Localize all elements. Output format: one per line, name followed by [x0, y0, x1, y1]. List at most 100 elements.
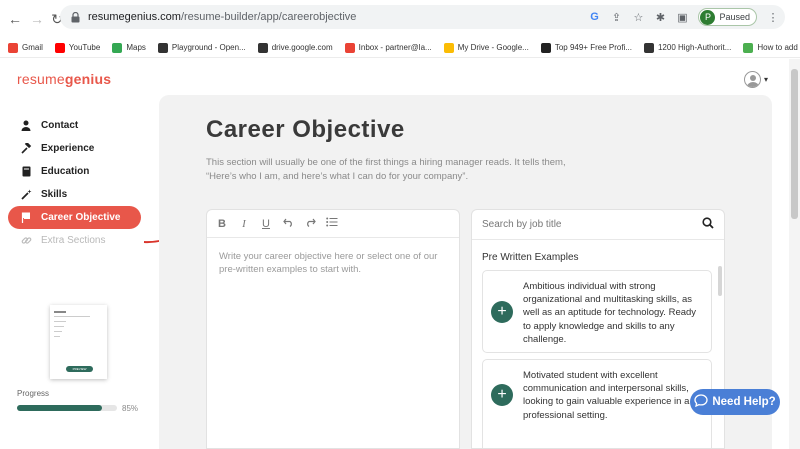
bookmark-label: Playground - Open... [171, 43, 246, 52]
bookmark-item[interactable]: drive.google.com [257, 42, 333, 53]
bookmark-favicon-icon [344, 42, 355, 53]
page-scrollbar[interactable] [789, 59, 800, 449]
bookmark-item[interactable]: Gmail [8, 42, 43, 53]
sidebar-item-skills[interactable]: Skills [8, 183, 141, 206]
menu-dots-icon[interactable]: ⋮ [767, 11, 779, 24]
url-path: /resume-builder/app/careerobjective [180, 11, 357, 23]
add-example-button[interactable]: + [491, 301, 513, 323]
sidepanel-icon[interactable]: ▣ [676, 11, 688, 24]
examples-panel: Pre Written Examples + Ambitious individ… [471, 209, 725, 449]
chevron-down-icon: ▾ [764, 75, 769, 84]
bookmark-item[interactable]: Maps [112, 42, 146, 53]
bookmark-item[interactable]: Inbox - partner@la... [344, 42, 432, 53]
bookmark-label: Gmail [22, 43, 43, 52]
resume-preview-thumbnail[interactable]: PREVIEW [50, 305, 107, 379]
main-panel: Career Objective This section will usual… [159, 95, 772, 449]
thumb-line [54, 311, 66, 313]
bookmark-favicon-icon [443, 42, 454, 53]
underline-button[interactable]: U [260, 218, 272, 230]
preview-button[interactable]: PREVIEW [66, 366, 93, 372]
add-example-button[interactable]: + [491, 384, 513, 406]
page-title: Career Objective [206, 116, 405, 143]
profile-status: Paused [719, 12, 750, 22]
thumb-line [54, 336, 60, 337]
sidebar-item-education[interactable]: Education [8, 160, 141, 183]
examples-scrollbar[interactable] [718, 266, 722, 296]
logo-bold: genius [64, 71, 112, 87]
bookmark-label: Top 949+ Free Profi... [554, 43, 632, 52]
sidebar-item-label: Experience [41, 143, 95, 154]
bookmark-label: YouTube [68, 43, 101, 52]
undo-icon[interactable] [282, 218, 294, 230]
bookmark-item[interactable]: YouTube [54, 42, 101, 53]
profile-chip[interactable]: P Paused [698, 8, 757, 26]
sidebar-item-extra-sections[interactable]: Extra Sections [8, 229, 141, 252]
bookmark-favicon-icon [54, 42, 65, 53]
bookmark-favicon-icon [257, 42, 268, 53]
browser-toolbar: ← → ↻ resumegenius.com/resume-builder/ap… [0, 0, 800, 38]
bookmark-item[interactable]: Top 949+ Free Profi... [540, 42, 632, 53]
thumb-line [54, 326, 64, 327]
italic-button[interactable]: I [238, 218, 250, 230]
bookmark-favicon-icon [643, 42, 654, 53]
extensions-icon[interactable]: ✱ [654, 11, 666, 24]
share-icon[interactable]: ⇪ [610, 11, 622, 24]
hammer-icon [20, 143, 32, 155]
bold-button[interactable]: B [216, 218, 228, 230]
bookmark-favicon-icon [743, 42, 754, 53]
progress-label: Progress [17, 389, 50, 398]
example-text: Ambitious individual with strong organiz… [523, 281, 697, 345]
need-help-button[interactable]: Need Help? [690, 389, 780, 415]
logo[interactable]: resumegenius [17, 71, 111, 87]
lock-icon [68, 10, 82, 24]
need-help-label: Need Help? [712, 396, 776, 408]
bookmark-item[interactable]: My Drive - Google... [443, 42, 529, 53]
sidebar-item-label: Contact [41, 120, 79, 131]
url-host: resumegenius.com [88, 11, 181, 23]
search-row [472, 210, 724, 240]
bookmark-item[interactable]: How to add your re... [743, 42, 800, 53]
user-menu[interactable]: ▾ [744, 71, 768, 88]
bookmark-favicon-icon [112, 42, 123, 53]
search-icon[interactable] [702, 216, 714, 234]
redo-icon[interactable] [304, 218, 316, 230]
forward-icon[interactable]: → [28, 11, 46, 27]
user-avatar-icon [744, 71, 761, 88]
page-description: This section will usually be one of the … [206, 157, 566, 182]
bookmark-favicon-icon [8, 42, 18, 53]
bookmark-label: Maps [126, 43, 146, 52]
bookmark-label: Inbox - partner@la... [358, 43, 432, 52]
sidebar-item-experience[interactable]: Experience [8, 137, 141, 160]
app: resumegenius ▾ Contact Experience Educat… [0, 59, 800, 449]
objective-editor: B I U Write your career objective here o… [206, 209, 460, 449]
magic-wand-icon [20, 189, 32, 201]
logo-light: resume [17, 71, 65, 87]
sidebar-item-career-objective[interactable]: Career Objective [8, 206, 141, 229]
example-card[interactable]: + Ambitious individual with strong organ… [482, 270, 712, 353]
sidebar-item-label: Skills [41, 189, 68, 200]
progress-bar [17, 405, 117, 411]
example-card[interactable]: + Motivated student with excellent commu… [482, 359, 712, 448]
bookmark-item[interactable]: Playground - Open... [157, 42, 246, 53]
chat-bubble-icon [694, 394, 709, 410]
bookmark-label: How to add your re... [757, 43, 800, 52]
sidebar-item-label: Career Objective [41, 212, 121, 223]
bookmark-label: 1200 High-Authorit... [657, 43, 732, 52]
sidebar-item-label: Education [41, 166, 90, 177]
back-icon[interactable]: ← [6, 11, 24, 27]
bullet-list-icon[interactable] [326, 217, 338, 230]
bookmark-label: My Drive - Google... [457, 43, 529, 52]
flag-icon [20, 212, 32, 224]
job-title-search-input[interactable] [482, 219, 682, 230]
address-bar[interactable]: resumegenius.com/resume-builder/app/care… [60, 5, 785, 29]
page-scrollbar-thumb[interactable] [791, 69, 798, 219]
bookmark-item[interactable]: 1200 High-Authorit... [643, 42, 732, 53]
sidebar-item-contact[interactable]: Contact [8, 114, 141, 137]
star-icon[interactable]: ☆ [632, 11, 644, 24]
examples-heading: Pre Written Examples [482, 252, 579, 263]
bookmarks-bar: Gmail YouTube Maps Playground - Open... driv… [0, 38, 800, 58]
google-icon[interactable]: G [588, 11, 600, 23]
person-icon [20, 120, 32, 132]
objective-textarea[interactable]: Write your career objective here or sele… [207, 238, 459, 288]
bookmark-label: drive.google.com [271, 43, 333, 52]
